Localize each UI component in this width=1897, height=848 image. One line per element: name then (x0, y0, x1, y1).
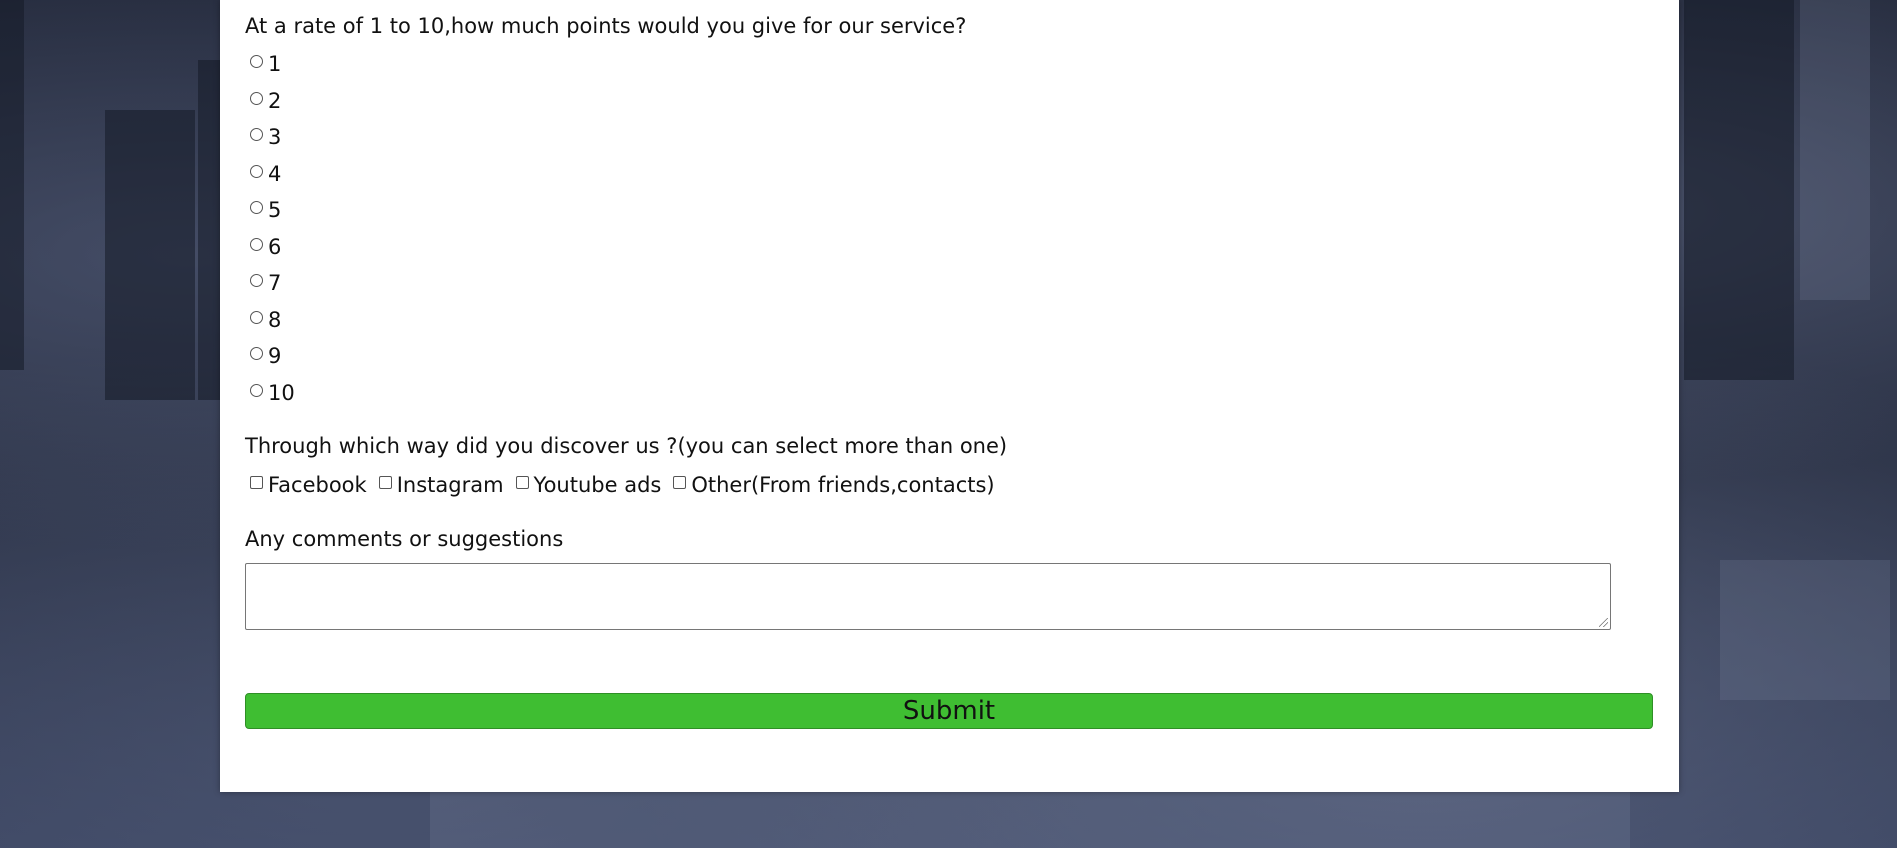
checkbox[interactable] (378, 476, 392, 489)
discovery-option-label: Other(From friends,contacts) (691, 473, 995, 497)
comments-label: Any comments or suggestions (245, 527, 564, 551)
comments-textarea[interactable] (245, 563, 1611, 630)
rating-option-label: 8 (268, 307, 282, 332)
rating-option-2[interactable]: 2 (250, 87, 281, 115)
rating-question: At a rate of 1 to 10,how much points wou… (245, 14, 967, 38)
discovery-option-label: Youtube ads (533, 473, 662, 497)
discovery-option-label: Facebook (268, 473, 367, 497)
radio-button[interactable] (250, 55, 263, 68)
rating-option-9[interactable]: 9 (250, 342, 281, 370)
radio-button[interactable] (250, 91, 263, 105)
checkbox[interactable] (250, 476, 263, 489)
background-building (0, 0, 24, 370)
radio-button[interactable] (250, 274, 263, 287)
background-building (105, 110, 195, 400)
rating-option-label: 5 (268, 198, 282, 222)
rating-option-6[interactable]: 6 (250, 233, 281, 261)
rating-option-4[interactable]: 4 (250, 160, 281, 188)
background-building (1720, 560, 1890, 700)
radio-button[interactable] (250, 310, 263, 324)
rating-option-label: 7 (268, 271, 282, 295)
survey-card (220, 0, 1679, 792)
radio-button[interactable] (250, 201, 263, 214)
discovery-options: Facebook Instagram Youtube ads Other(From f… (250, 470, 1007, 500)
rating-option-label: 1 (268, 52, 282, 76)
radio-button[interactable] (250, 128, 263, 141)
rating-option-5[interactable]: 5 (250, 196, 281, 224)
rating-option-label: 6 (268, 234, 282, 259)
rating-option-label: 3 (268, 125, 282, 149)
radio-button[interactable] (250, 164, 263, 178)
discovery-option-label: Instagram (396, 473, 504, 497)
background-building (1684, 0, 1794, 380)
rating-option-label: 4 (268, 161, 282, 186)
background-building (430, 790, 1630, 848)
discovery-option-facebook[interactable]: Facebook (250, 473, 367, 497)
rating-option-1[interactable]: 1 (250, 50, 281, 78)
background-building (198, 60, 220, 400)
radio-button[interactable] (250, 347, 263, 360)
rating-option-8[interactable]: 8 (250, 306, 281, 334)
rating-option-3[interactable]: 3 (250, 123, 281, 151)
resize-grip-icon[interactable] (1599, 618, 1608, 627)
radio-button[interactable] (250, 237, 263, 251)
checkbox[interactable] (673, 476, 687, 489)
radio-button[interactable] (250, 383, 263, 397)
rating-option-label: 10 (268, 380, 295, 405)
rating-option-label: 9 (268, 344, 282, 368)
discovery-option-other[interactable]: Other(From friends,contacts) (673, 473, 995, 497)
checkbox[interactable] (515, 476, 529, 489)
rating-option-label: 2 (268, 88, 282, 113)
rating-option-10[interactable]: 10 (250, 379, 295, 407)
rating-option-7[interactable]: 7 (250, 269, 281, 297)
submit-button[interactable]: Submit (245, 693, 1653, 729)
background-building (1800, 0, 1870, 300)
discovery-option-youtube-ads[interactable]: Youtube ads (515, 473, 662, 497)
discovery-question: Through which way did you discover us ?(… (245, 434, 1008, 458)
discovery-option-instagram[interactable]: Instagram (378, 473, 504, 497)
